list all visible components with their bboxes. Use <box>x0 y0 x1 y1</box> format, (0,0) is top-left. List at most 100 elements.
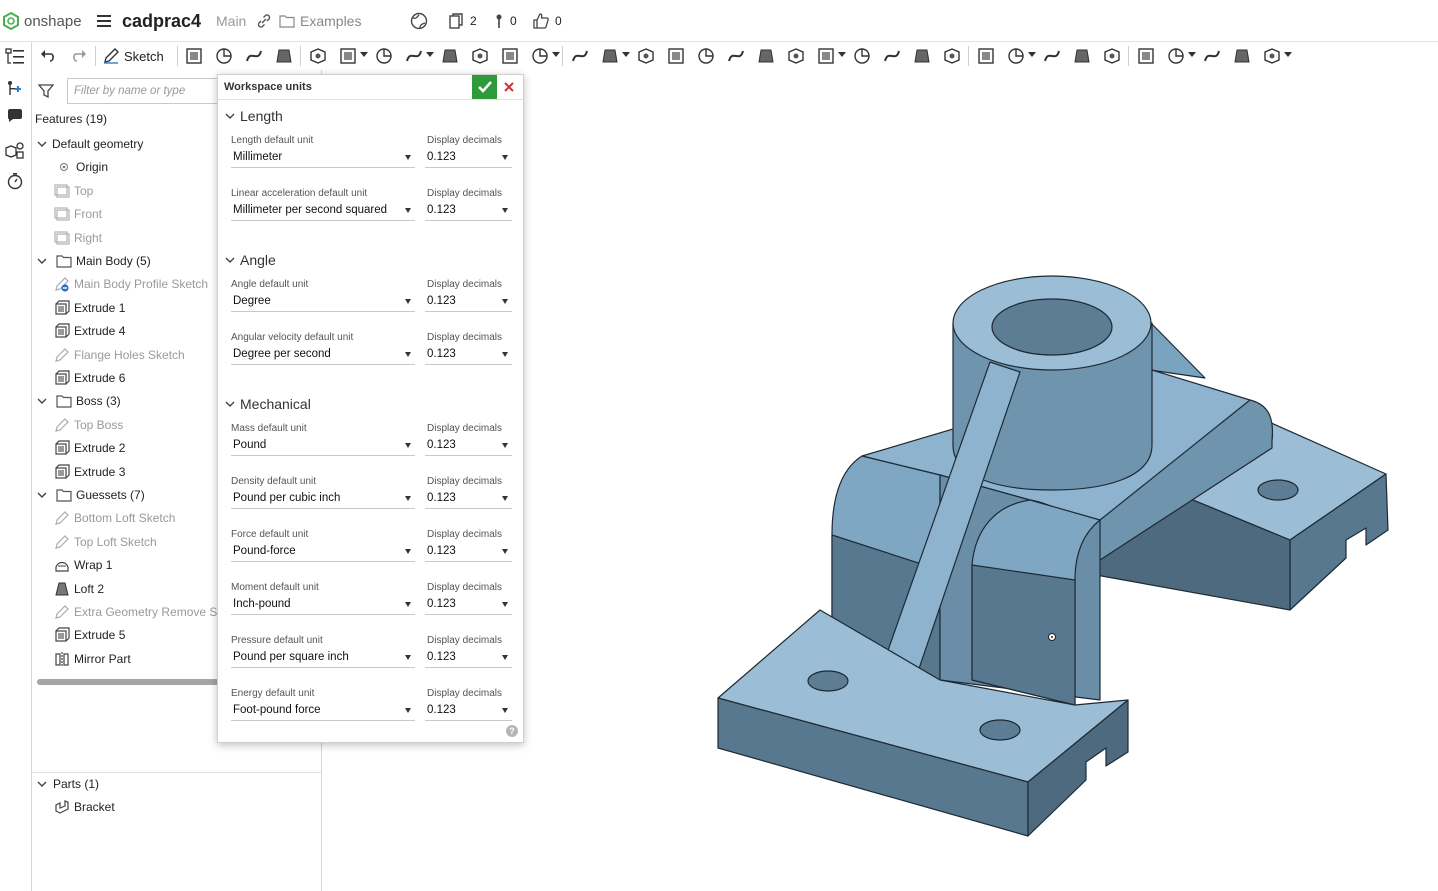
stopwatch-icon[interactable] <box>6 172 24 195</box>
tree-item-extrude-4[interactable]: Extrude 4 <box>54 320 125 342</box>
sheet-metal-icon[interactable] <box>1102 46 1122 66</box>
tree-item-extrude-1[interactable]: Extrude 1 <box>54 297 125 319</box>
tree-item-main-body-5[interactable]: Main Body (5) <box>36 250 151 272</box>
graphics-viewport[interactable] <box>322 70 1438 891</box>
horizontal-scrollbar[interactable] <box>37 679 219 685</box>
export-icon[interactable] <box>1262 46 1282 66</box>
tree-item-main-body-profile-sketch[interactable]: Main Body Profile Sketch <box>54 273 208 295</box>
hole-icon[interactable] <box>500 46 520 66</box>
mate-connector-tool-icon[interactable] <box>942 46 962 66</box>
tree-item-extrude-5[interactable]: Extrude 5 <box>54 624 125 646</box>
tree-item-extra-geometry-remove-sk[interactable]: Extra Geometry Remove Sk <box>54 601 223 623</box>
plane-icon[interactable] <box>882 46 902 66</box>
tree-item-flange-holes-sketch[interactable]: Flange Holes Sketch <box>54 344 185 366</box>
tree-item-guessets-7[interactable]: Guessets (7) <box>36 484 145 506</box>
like-button[interactable]: 0 <box>532 0 562 42</box>
chevron-down-icon[interactable] <box>36 255 48 267</box>
dropdown-caret-icon[interactable] <box>360 52 368 57</box>
unit-select-value: Pound <box>233 439 267 451</box>
loft-tool-icon[interactable] <box>274 46 294 66</box>
transform-icon[interactable] <box>696 46 716 66</box>
tree-item-extrude-3[interactable]: Extrude 3 <box>54 461 125 483</box>
helix-icon[interactable] <box>912 46 932 66</box>
tree-item-mirror-part[interactable]: Mirror Part <box>54 648 131 670</box>
sketch-list-icon[interactable] <box>184 46 204 66</box>
tree-item-boss-3[interactable]: Boss (3) <box>36 390 121 412</box>
branches-button[interactable]: 0 <box>494 0 517 42</box>
sketch-button[interactable]: Sketch <box>102 45 164 67</box>
globe-icon[interactable] <box>410 0 428 42</box>
revolve-icon[interactable] <box>530 46 550 66</box>
dropdown-caret-icon[interactable] <box>1028 52 1036 57</box>
dropdown-caret-icon[interactable] <box>552 52 560 57</box>
tag-icon[interactable] <box>1072 46 1092 66</box>
tree-item-default-geometry[interactable]: Default geometry <box>36 133 143 155</box>
section-header-mechanical[interactable]: Mechanical <box>224 393 311 415</box>
unit-field-label: Density default unit <box>231 476 317 487</box>
dropdown-caret-icon[interactable] <box>426 52 434 57</box>
tree-item-origin[interactable]: Origin <box>58 156 108 178</box>
dropdown-caret-icon[interactable] <box>1284 52 1292 57</box>
replace-face-icon[interactable] <box>852 46 872 66</box>
modify-fillet-icon[interactable] <box>756 46 776 66</box>
boolean-icon[interactable] <box>636 46 656 66</box>
tree-item-top[interactable]: Top <box>54 180 93 202</box>
move-face-icon[interactable] <box>816 46 836 66</box>
hamburger-menu-icon[interactable] <box>96 0 112 42</box>
configure-icon[interactable] <box>1042 46 1062 66</box>
frame-icon[interactable] <box>1136 46 1156 66</box>
versions-button[interactable]: 2 <box>448 0 477 42</box>
filter-icon[interactable] <box>37 83 55 104</box>
tree-item-right[interactable]: Right <box>54 227 102 249</box>
tree-item-wrap-1[interactable]: Wrap 1 <box>54 554 112 576</box>
tree-item-front[interactable]: Front <box>54 203 102 225</box>
shell-icon[interactable] <box>470 46 490 66</box>
draft-icon[interactable] <box>404 46 424 66</box>
spline-icon[interactable] <box>244 46 264 66</box>
mate-connector-icon[interactable] <box>1048 633 1056 641</box>
fillet-sketch-icon[interactable] <box>214 46 234 66</box>
rib-icon[interactable] <box>440 46 460 66</box>
chevron-down-icon[interactable] <box>36 489 48 501</box>
fillet-icon[interactable] <box>338 46 358 66</box>
tree-item-extrude-2[interactable]: Extrude 2 <box>54 437 125 459</box>
delete-face-icon[interactable] <box>786 46 806 66</box>
redo-icon[interactable] <box>69 46 89 66</box>
delete-part-icon[interactable] <box>726 46 746 66</box>
tree-item-top-loft-sketch[interactable]: Top Loft Sketch <box>54 531 157 553</box>
thicken-icon[interactable] <box>1202 46 1222 66</box>
onshape-logo[interactable]: onshape <box>2 0 82 42</box>
branch-name[interactable]: Main <box>216 0 246 42</box>
chevron-down-icon[interactable] <box>36 138 48 150</box>
chevron-down-icon[interactable] <box>36 395 48 407</box>
tree-item-extrude-6[interactable]: Extrude 6 <box>54 367 125 389</box>
tree-item-bottom-loft-sketch[interactable]: Bottom Loft Sketch <box>54 507 175 529</box>
measure-icon[interactable] <box>976 46 996 66</box>
tree-item-top-boss[interactable]: Top Boss <box>54 414 123 436</box>
variable-icon[interactable] <box>1006 46 1026 66</box>
dropdown-caret-icon[interactable] <box>1188 52 1196 57</box>
part-item-bracket[interactable]: Bracket <box>54 796 115 818</box>
folder-link[interactable]: Examples <box>279 0 361 42</box>
section-header-length[interactable]: Length <box>224 105 283 127</box>
section-header-angle[interactable]: Angle <box>224 249 276 271</box>
dropdown-caret-icon[interactable] <box>622 52 630 57</box>
pattern-icon[interactable] <box>570 46 590 66</box>
tree-item-loft-2[interactable]: Loft 2 <box>54 578 104 600</box>
link-icon[interactable] <box>256 0 272 42</box>
feature-list-icon[interactable] <box>5 48 25 71</box>
enclose-icon[interactable] <box>1232 46 1252 66</box>
surface-icon[interactable] <box>1166 46 1186 66</box>
comments-icon[interactable] <box>6 108 24 129</box>
bracket-part-3d[interactable] <box>322 70 1438 891</box>
mirror-icon[interactable] <box>600 46 620 66</box>
document-title[interactable]: cadprac4 <box>122 0 201 42</box>
instance-icon[interactable] <box>6 80 24 103</box>
parts-insert-icon[interactable] <box>5 141 25 164</box>
sweep-tool-icon[interactable] <box>308 46 328 66</box>
undo-icon[interactable] <box>38 46 58 66</box>
dropdown-caret-icon[interactable] <box>838 52 846 57</box>
chamfer-icon[interactable] <box>374 46 394 66</box>
parts-group[interactable]: Parts (1) <box>36 773 99 795</box>
split-icon[interactable] <box>666 46 686 66</box>
